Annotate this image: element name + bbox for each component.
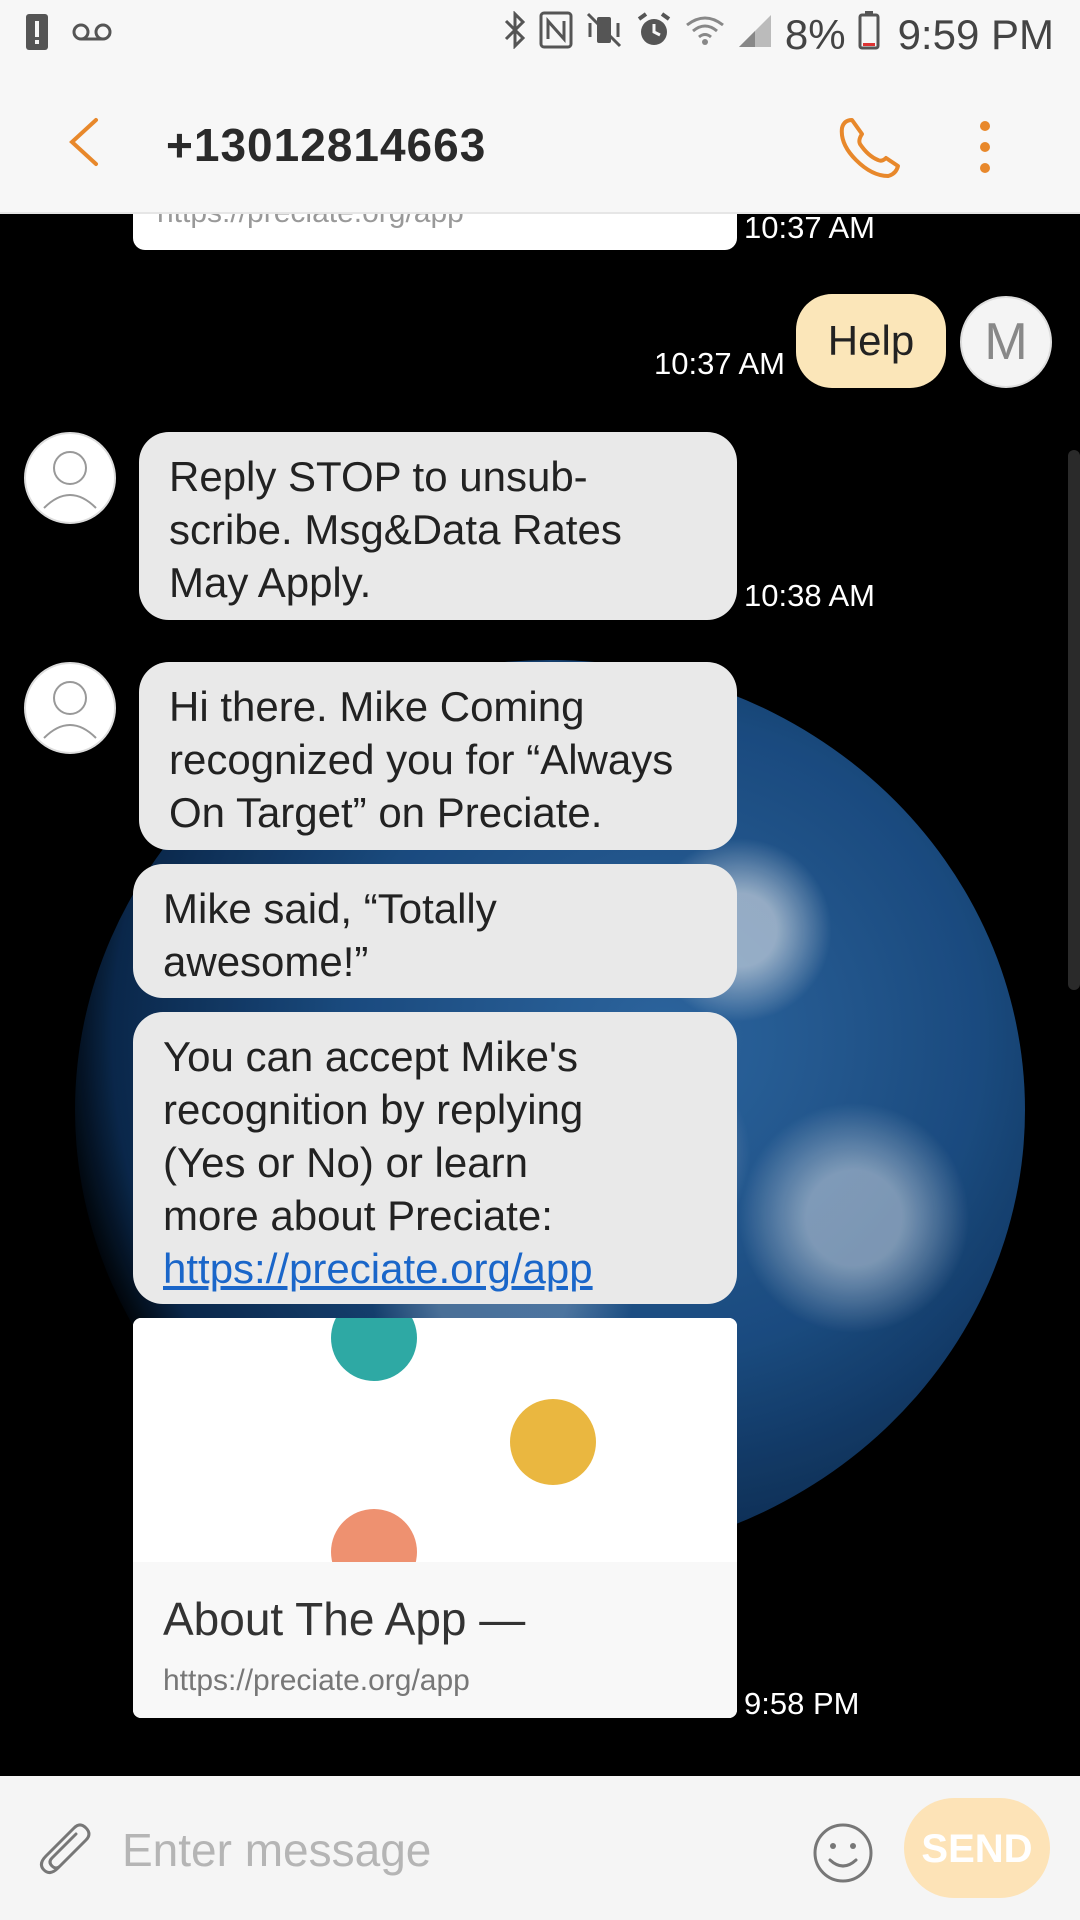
- message-line: recognized you for “Always: [169, 736, 674, 783]
- more-options-button[interactable]: [970, 112, 1000, 182]
- vibrate-mute-icon: [585, 11, 623, 59]
- teal-dot: [331, 1318, 417, 1381]
- message-line: On Target” on Preciate.: [169, 789, 603, 836]
- bluetooth-icon: [503, 10, 527, 59]
- message-line: recognition by replying: [163, 1086, 584, 1133]
- previous-link-bubble[interactable]: https://preciate.org/app: [133, 214, 737, 250]
- status-bar: 8% 9:59 PM: [0, 0, 1080, 72]
- kebab-menu-icon: [980, 121, 990, 173]
- card-meta: About The App — https://preciate.org/app: [133, 1562, 737, 1718]
- send-button[interactable]: SEND: [904, 1798, 1050, 1898]
- preciate-link[interactable]: https://preciate.org/app: [163, 1245, 593, 1292]
- back-button[interactable]: [60, 112, 120, 172]
- incoming-bubble[interactable]: Hi there. Mike Coming recognized you for…: [139, 662, 737, 850]
- message-line: You can accept Mike's: [163, 1033, 579, 1080]
- incoming-bubble[interactable]: Reply STOP to unsub- scribe. Msg&Data Ra…: [139, 432, 737, 620]
- battery-percent: 8%: [784, 11, 846, 58]
- link-preview-card[interactable]: About The App — https://preciate.org/app: [133, 1318, 737, 1718]
- card-title: About The App —: [163, 1593, 526, 1645]
- alert-icon: [24, 12, 50, 57]
- paperclip-icon: [39, 1823, 91, 1875]
- wifi-icon: [685, 11, 725, 59]
- message-line: more about Preciate:: [163, 1192, 553, 1239]
- message-line: May Apply.: [169, 559, 372, 606]
- salmon-dot: [331, 1509, 417, 1595]
- message-time: 10:37 AM: [654, 346, 785, 381]
- message-line: Hi there. Mike Coming: [169, 683, 585, 730]
- message-line: scribe. Msg&Data Rates: [169, 506, 622, 553]
- outgoing-text: Help: [827, 317, 915, 364]
- yellow-dot: [510, 1399, 596, 1485]
- card-image: [133, 1318, 737, 1595]
- outgoing-bubble[interactable]: Help: [796, 294, 946, 388]
- compose-bar: SEND: [0, 1776, 1080, 1920]
- message-line: Reply STOP to unsub-: [169, 453, 588, 500]
- contact-avatar[interactable]: [24, 662, 116, 754]
- message-line: Mike said, “Totally: [163, 885, 497, 932]
- smiley-icon: [813, 1823, 873, 1883]
- previous-link-text: https://preciate.org/app: [157, 214, 464, 230]
- person-outline-icon: [43, 451, 97, 509]
- scrollbar[interactable]: [1068, 450, 1080, 990]
- message-line: (Yes or No) or learn: [163, 1139, 528, 1186]
- conversation-header: +13012814663: [0, 72, 1080, 214]
- incoming-bubble[interactable]: You can accept Mike's recognition by rep…: [133, 1012, 737, 1304]
- status-clock: 9:59 PM: [897, 11, 1054, 58]
- contact-avatar[interactable]: [24, 432, 116, 524]
- message-input[interactable]: [120, 1814, 784, 1886]
- message-line: awesome!”: [163, 938, 369, 985]
- card-url: https://preciate.org/app: [163, 1664, 470, 1697]
- battery-icon: [858, 10, 880, 60]
- voicemail-icon: [72, 22, 112, 47]
- incoming-bubble[interactable]: Mike said, “Totally awesome!”: [133, 864, 737, 998]
- message-time: 10:37 AM: [744, 214, 875, 245]
- nfc-icon: [539, 11, 573, 59]
- emoji-button[interactable]: [810, 1820, 876, 1886]
- person-outline-icon: [43, 681, 97, 739]
- avatar-initial: M: [984, 313, 1028, 371]
- message-list[interactable]: https://preciate.org/app 10:37 AM 10:37 …: [0, 214, 1080, 1774]
- message-time: 9:58 PM: [744, 1686, 860, 1721]
- attach-button[interactable]: [34, 1820, 100, 1886]
- call-button[interactable]: [834, 112, 904, 182]
- alarm-icon: [635, 11, 673, 59]
- phone-icon: [839, 118, 900, 178]
- chevron-left-icon: [69, 118, 98, 166]
- user-avatar[interactable]: M: [960, 296, 1052, 388]
- signal-icon: [737, 11, 773, 59]
- preciate-dots-image: [331, 1318, 596, 1595]
- message-time: 10:38 AM: [744, 578, 875, 613]
- contact-number: +13012814663: [166, 119, 487, 171]
